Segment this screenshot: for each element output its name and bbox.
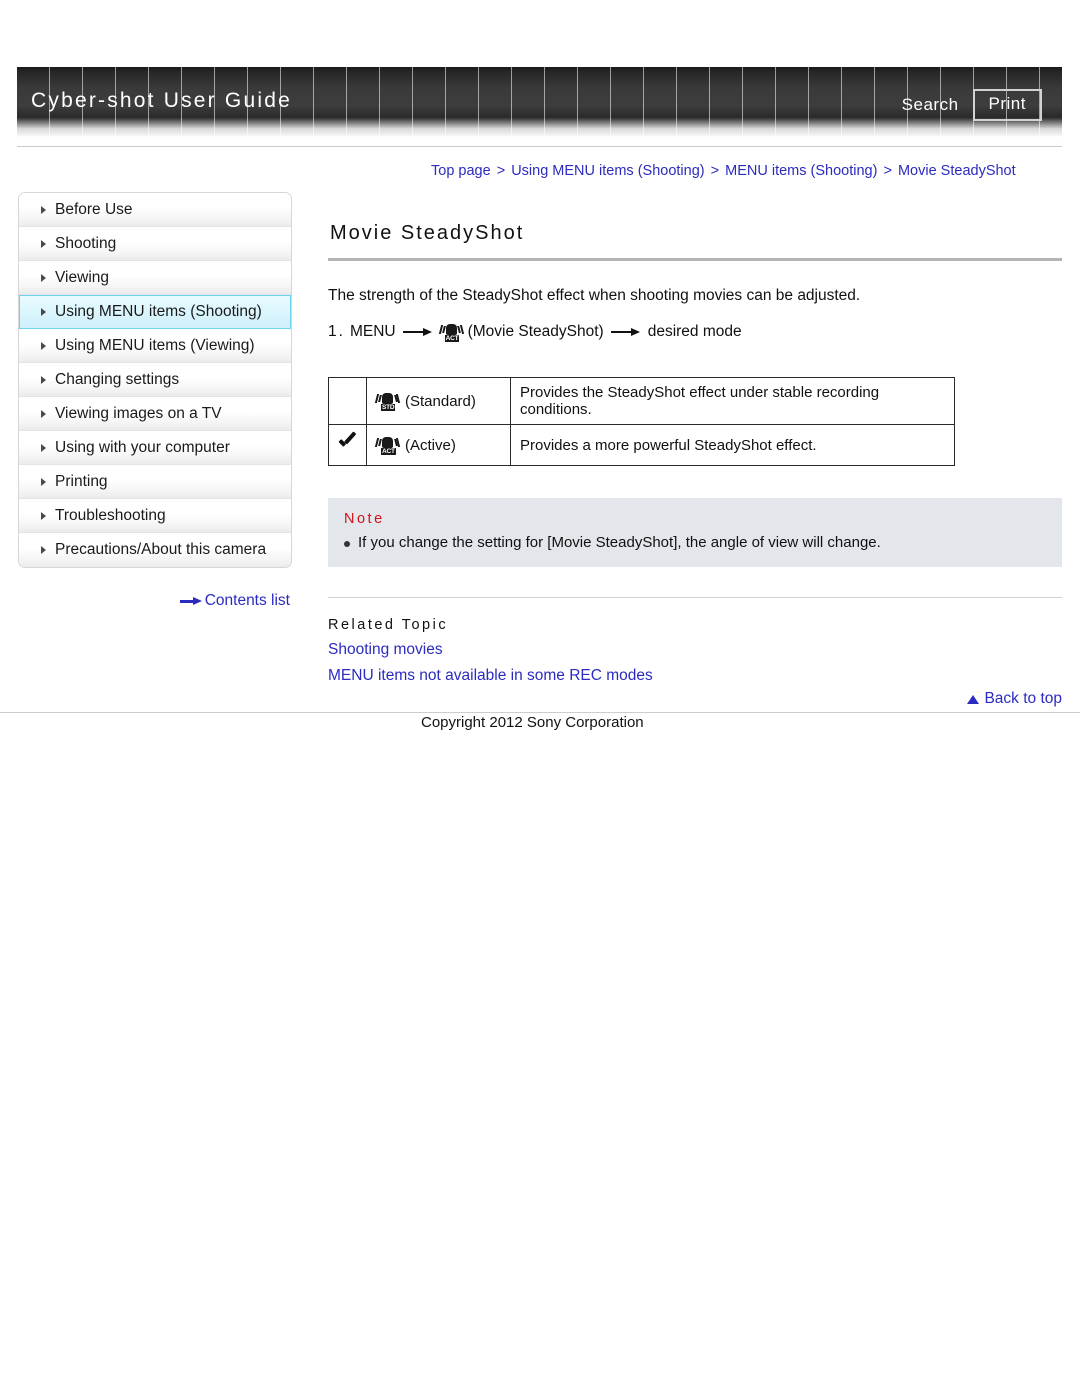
sidebar-item-label: Using MENU items (Viewing): [55, 336, 255, 354]
bullet-triangle-icon: [41, 205, 46, 214]
sidebar-item-precautions-about-this-camera[interactable]: Precautions/About this camera: [19, 533, 291, 567]
sidebar-nav: Before Use Shooting Viewing Using MENU i…: [18, 192, 292, 568]
breadcrumb: Top page > Using MENU items (Shooting) >…: [431, 163, 1016, 179]
table-row: ACT (Active) Provides a more powerful St…: [328, 424, 955, 466]
sidebar-item-label: Troubleshooting: [55, 506, 166, 524]
step-setting-label: (Movie SteadyShot): [467, 323, 604, 340]
sidebar-item-label: Printing: [55, 472, 108, 490]
sidebar-item-using-menu-items-viewing[interactable]: Using MENU items (Viewing): [19, 329, 291, 363]
table-row: STD (Standard) Provides the SteadyShot e…: [328, 377, 955, 425]
breadcrumb-separator: >: [710, 163, 720, 179]
sidebar-item-label: Viewing images on a TV: [55, 404, 222, 422]
step-result-label: desired mode: [647, 323, 742, 340]
bullet-triangle-icon: [41, 308, 46, 316]
related-link-menu-items-not-available[interactable]: MENU items not available in some REC mod…: [328, 667, 1062, 685]
title-divider: [328, 258, 1062, 261]
bullet-dot-icon: [344, 541, 350, 547]
back-to-top-row[interactable]: Back to top: [328, 690, 1062, 708]
bullet-triangle-icon: [41, 511, 46, 520]
copyright-text: Copyright 2012 Sony Corporation: [421, 714, 644, 731]
arrow-right-icon: [402, 327, 433, 337]
note-box: Note If you change the setting for [Movi…: [328, 498, 1062, 567]
related-topic-divider: [328, 597, 1062, 598]
contents-list-row[interactable]: Contents list: [18, 592, 290, 610]
arrow-right-icon: [610, 327, 641, 337]
sidebar-item-changing-settings[interactable]: Changing settings: [19, 363, 291, 397]
breadcrumb-item-menu-items-shooting[interactable]: MENU items (Shooting): [725, 163, 877, 179]
step-menu-label: MENU: [349, 323, 396, 340]
steadyshot-icon-tag: STD: [381, 403, 396, 411]
step-number: 1.: [328, 323, 345, 340]
sidebar-item-printing[interactable]: Printing: [19, 465, 291, 499]
sidebar-item-label: Precautions/About this camera: [55, 541, 267, 558]
breadcrumb-separator: >: [883, 163, 892, 179]
note-heading: Note: [344, 511, 385, 527]
sidebar-item-troubleshooting[interactable]: Troubleshooting: [19, 499, 291, 533]
back-to-top-link[interactable]: Back to top: [984, 690, 1062, 708]
mode-label: (Active): [405, 436, 456, 454]
sidebar-item-label: Viewing: [55, 268, 110, 286]
table-cell-mode: ACT (Active): [366, 424, 511, 466]
bullet-triangle-icon: [41, 546, 46, 554]
search-link[interactable]: Search: [902, 95, 959, 115]
header-divider: [17, 146, 1062, 147]
sidebar-item-label: Using with your computer: [55, 438, 230, 456]
bullet-triangle-icon: [41, 273, 46, 282]
intro-text: The strength of the SteadyShot effect wh…: [328, 287, 861, 304]
mode-label: (Standard): [405, 392, 476, 410]
breadcrumb-item-using-menu-items-shooting[interactable]: Using MENU items (Shooting): [511, 163, 704, 179]
sidebar-item-label: Changing settings: [55, 370, 180, 388]
sidebar-item-before-use[interactable]: Before Use: [19, 193, 291, 227]
related-topic-heading: Related Topic: [328, 617, 449, 633]
breadcrumb-item-movie-steadyshot: Movie SteadyShot: [897, 163, 1016, 179]
table-cell-description: Provides the SteadyShot effect under sta…: [510, 377, 955, 425]
note-item-text: If you change the setting for [Movie Ste…: [358, 534, 881, 551]
breadcrumb-separator: >: [496, 163, 506, 179]
steadyshot-icon-tag: ACT: [381, 447, 396, 455]
bullet-triangle-icon: [41, 443, 46, 452]
header-banner: Cyber-shot User Guide Search Print: [17, 67, 1062, 137]
sidebar-item-viewing-images-on-a-tv[interactable]: Viewing images on a TV: [19, 397, 291, 431]
contents-list-link[interactable]: Contents list: [205, 592, 290, 610]
table-cell-description: Provides a more powerful SteadyShot effe…: [510, 424, 955, 466]
triangle-up-icon: [967, 694, 980, 704]
table-cell-check: [328, 377, 367, 425]
steadyshot-standard-icon: STD: [374, 392, 401, 411]
steadyshot-icon-tag: ACT: [444, 334, 460, 342]
footer-divider: [0, 712, 1080, 713]
steadyshot-active-icon: ACT: [438, 323, 464, 342]
bullet-triangle-icon: [41, 477, 46, 486]
note-item: If you change the setting for [Movie Ste…: [344, 534, 1046, 551]
sidebar-item-label: Using MENU items (Shooting): [55, 303, 262, 320]
header-actions: Search Print: [902, 89, 1042, 121]
sidebar-item-label: Shooting: [55, 234, 117, 252]
bullet-triangle-icon: [41, 409, 46, 418]
sidebar-item-shooting[interactable]: Shooting: [19, 227, 291, 261]
sidebar-item-viewing[interactable]: Viewing: [19, 261, 291, 295]
steadyshot-active-icon: ACT: [374, 436, 401, 455]
site-title: Cyber-shot User Guide: [31, 89, 292, 112]
sidebar-item-label: Before Use: [55, 200, 133, 218]
bullet-triangle-icon: [41, 375, 46, 384]
bullet-triangle-icon: [41, 341, 46, 350]
checkmark-icon: [338, 435, 357, 452]
sidebar-item-using-with-your-computer[interactable]: Using with your computer: [19, 431, 291, 465]
table-cell-check: [328, 424, 367, 466]
mode-table: STD (Standard) Provides the SteadyShot e…: [328, 377, 955, 466]
step-line: 1. MENU ACT (Movie SteadyShot) desired m…: [328, 323, 1062, 342]
table-cell-mode: STD (Standard): [366, 377, 511, 425]
print-button[interactable]: Print: [972, 89, 1042, 121]
page-title: Movie SteadyShot: [330, 222, 525, 244]
arrow-right-icon: [179, 596, 202, 606]
related-link-shooting-movies[interactable]: Shooting movies: [328, 641, 1062, 659]
main-content: Movie SteadyShot The strength of the Ste…: [328, 192, 1062, 685]
breadcrumb-item-top-page[interactable]: Top page: [431, 163, 491, 179]
bullet-triangle-icon: [41, 239, 46, 248]
sidebar-item-using-menu-items-shooting[interactable]: Using MENU items (Shooting): [19, 295, 291, 329]
